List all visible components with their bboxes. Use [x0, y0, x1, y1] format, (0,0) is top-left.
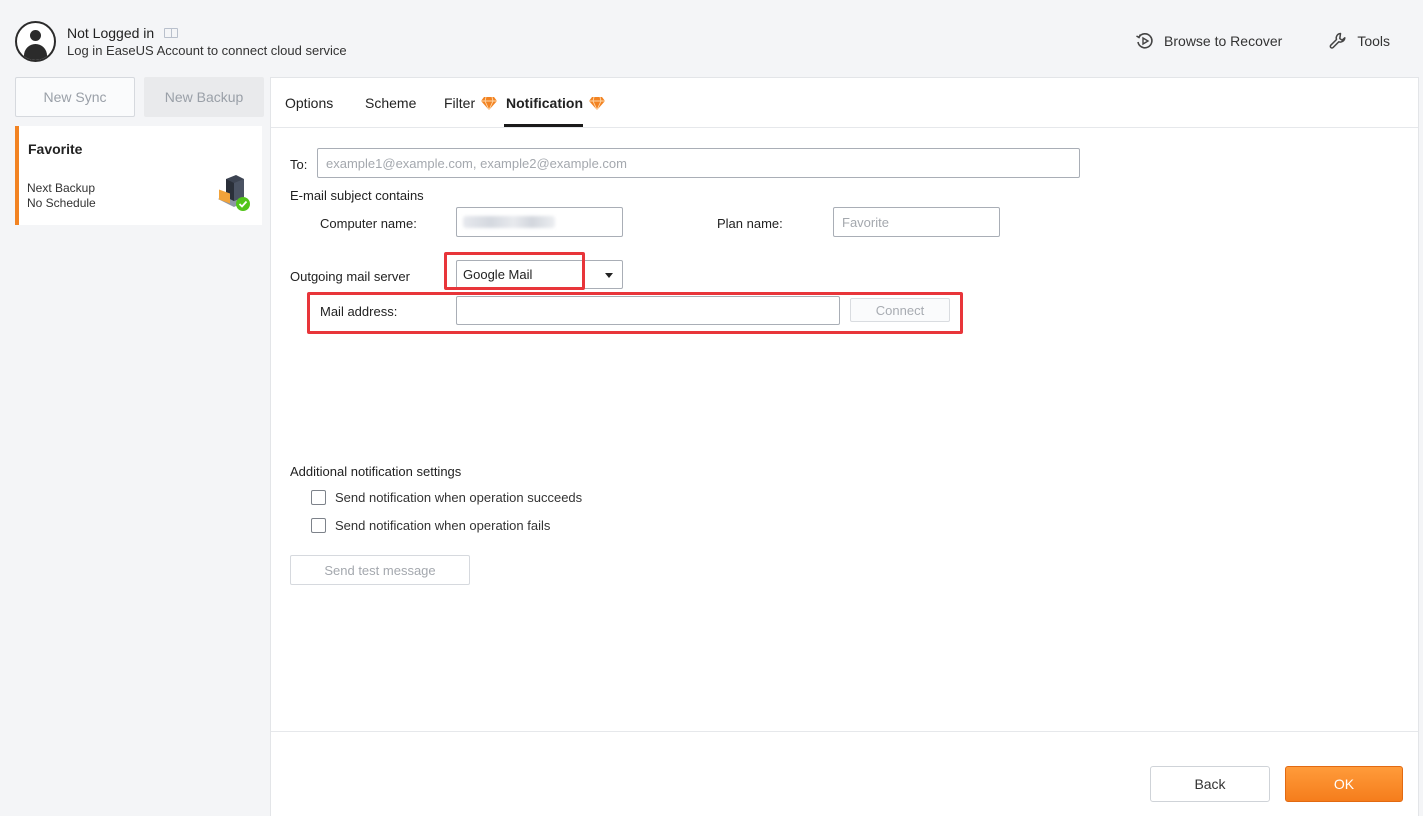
recover-icon: [1136, 33, 1153, 49]
wrench-icon: [1329, 32, 1346, 49]
account-subtitle: Log in EaseUS Account to connect cloud s…: [67, 42, 347, 58]
chevron-down-icon: [605, 273, 613, 278]
new-sync-button[interactable]: New Sync: [15, 77, 135, 117]
top-actions: Browse to Recover Tools: [1089, 31, 1390, 51]
tab-notification[interactable]: Notification: [506, 95, 605, 111]
computer-name-label: Computer name:: [320, 216, 417, 231]
account-text: Not Logged in Log in EaseUS Account to c…: [67, 24, 347, 60]
mail-server-select[interactable]: Google Mail: [456, 260, 623, 289]
tab-scheme[interactable]: Scheme: [365, 95, 416, 111]
mail-address-input[interactable]: [456, 296, 840, 325]
mail-address-label: Mail address:: [320, 304, 398, 319]
outgoing-server-label: Outgoing mail server: [290, 269, 410, 284]
additional-settings-label: Additional notification settings: [290, 464, 462, 479]
active-tab-indicator: [504, 124, 583, 127]
blurred-computer-name: [463, 216, 555, 228]
avatar[interactable]: [15, 21, 56, 62]
to-field[interactable]: example1@example.com, example2@example.c…: [317, 148, 1080, 178]
plan-card[interactable]: Favorite Next Backup No Schedule: [15, 126, 262, 225]
tab-options[interactable]: Options: [285, 95, 333, 111]
account-title: Not Logged in: [67, 24, 155, 41]
backup-computer-icon: [218, 175, 250, 211]
tools-button[interactable]: Tools: [1328, 31, 1390, 51]
back-button[interactable]: Back: [1150, 766, 1270, 802]
account-area[interactable]: Not Logged in Log in EaseUS Account to c…: [15, 21, 347, 62]
fail-checkbox[interactable]: [311, 518, 326, 533]
connect-button[interactable]: Connect: [850, 298, 950, 322]
plan-title: Favorite: [28, 141, 83, 157]
plan-name-field[interactable]: Favorite: [833, 207, 1000, 237]
premium-gem-icon: [589, 96, 605, 110]
main-panel: Options Scheme Filter Notification To: e…: [270, 77, 1419, 816]
tab-filter[interactable]: Filter: [444, 95, 498, 111]
send-test-message-button[interactable]: Send test message: [290, 555, 470, 585]
footer-divider: [271, 731, 1418, 732]
premium-gem-icon: [481, 96, 498, 110]
browse-to-recover-button[interactable]: Browse to Recover: [1135, 31, 1282, 51]
ok-button[interactable]: OK: [1285, 766, 1403, 802]
new-backup-button[interactable]: New Backup: [144, 77, 264, 117]
success-notification-option[interactable]: Send notification when operation succeed…: [311, 490, 582, 505]
plan-schedule: Next Backup No Schedule: [27, 181, 96, 210]
to-label: To:: [290, 157, 308, 172]
fail-notification-option[interactable]: Send notification when operation fails: [311, 518, 550, 533]
success-checkbox[interactable]: [311, 490, 326, 505]
subject-label: E-mail subject contains: [290, 188, 424, 203]
tab-bar: Options Scheme Filter Notification: [271, 78, 1418, 128]
computer-name-field[interactable]: [456, 207, 623, 237]
plan-name-label: Plan name:: [717, 216, 783, 231]
book-icon: [164, 27, 179, 38]
